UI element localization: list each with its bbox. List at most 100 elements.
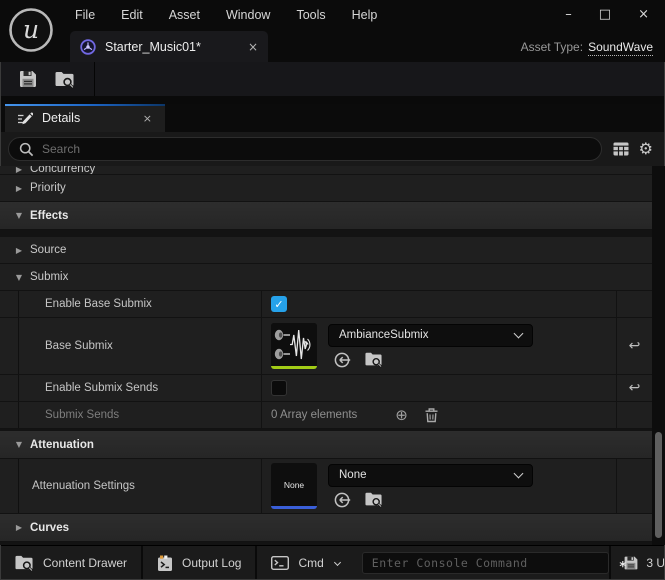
soundwave-asset-icon — [80, 39, 96, 55]
menu-edit[interactable]: Edit — [108, 0, 156, 30]
checkmark-icon: ✓ — [274, 299, 283, 310]
reset-to-default-icon[interactable]: ↩ — [629, 380, 641, 396]
enable-base-submix-label: Enable Base Submix — [0, 291, 262, 317]
browse-to-asset-button[interactable] — [46, 65, 82, 93]
expander-expanded-icon[interactable]: ▼ — [10, 273, 28, 282]
output-log-icon — [157, 555, 173, 572]
expander-collapsed-icon[interactable]: ▶ — [10, 184, 28, 193]
browse-folder-search-icon — [54, 70, 75, 89]
enable-base-submix-checkbox[interactable]: ✓ — [271, 296, 287, 312]
effects-label: Effects — [30, 210, 68, 222]
menu-file[interactable]: File — [62, 0, 108, 30]
category-effects[interactable]: ▼ Effects — [0, 202, 652, 230]
property-row-submix-sends: Submix Sends 0 Array elements ⊕ — [0, 402, 652, 429]
details-tab-label: Details — [42, 111, 80, 125]
unsaved-changes-icon[interactable]: * — [623, 555, 639, 571]
chevron-down-icon — [514, 468, 524, 478]
expander-expanded-icon[interactable]: ▼ — [10, 440, 28, 449]
menu-help[interactable]: Help — [339, 0, 391, 30]
maximize-button[interactable]: □ — [599, 8, 611, 22]
property-row-enable-base-submix: Enable Base Submix ✓ — [0, 291, 652, 318]
base-submix-dropdown[interactable]: AmbianceSubmix — [328, 324, 533, 347]
attenuation-type-color-bar — [271, 506, 317, 509]
search-input[interactable] — [42, 142, 591, 156]
attenuation-label: Attenuation — [30, 439, 94, 451]
unreal-editor-window: File Edit Asset Window Tools Help – □ × … — [0, 0, 665, 580]
enable-submix-sends-label: Enable Submix Sends — [0, 375, 262, 401]
category-source[interactable]: ▶ Source — [0, 237, 652, 264]
submix-sends-label: Submix Sends — [0, 402, 262, 428]
attenuation-settings-dropdown-value: None — [339, 469, 367, 481]
menu-window[interactable]: Window — [213, 0, 283, 30]
asset-tab-close-icon[interactable]: × — [248, 40, 258, 54]
unreal-engine-logo-icon[interactable] — [8, 7, 54, 53]
enable-submix-sends-checkbox[interactable] — [271, 380, 287, 396]
details-property-list: ▶ Concurrency ▶ Priority ▼ Effects ▶ Sou… — [0, 166, 665, 545]
attenuation-settings-label: Attenuation Settings — [0, 459, 262, 513]
category-priority[interactable]: ▶ Priority — [0, 175, 652, 202]
asset-editor-toolbar — [0, 62, 665, 96]
unsaved-count: 3 U — [646, 556, 665, 570]
submix-sends-array-count: 0 Array elements — [271, 409, 357, 421]
close-button[interactable]: × — [638, 8, 649, 22]
asset-tab-starter-music01[interactable]: Starter_Music01* × — [70, 31, 268, 62]
console-command-input[interactable] — [362, 552, 610, 574]
unsaved-star-icon: * — [619, 560, 626, 575]
curves-label: Curves — [30, 522, 69, 534]
property-row-base-submix: Base Submix AmbianceSubmix — [0, 318, 652, 375]
asset-type-label: Asset Type: — [521, 40, 583, 54]
browse-to-asset-icon[interactable] — [364, 491, 383, 508]
titlebar: File Edit Asset Window Tools Help – □ × … — [0, 0, 665, 62]
cmd-terminal-icon — [271, 556, 289, 570]
base-submix-thumbnail[interactable] — [271, 323, 317, 369]
reset-column: ↩ — [616, 318, 652, 374]
cmd-dropdown-button[interactable]: Cmd — [257, 546, 353, 580]
attenuation-settings-thumbnail[interactable]: None — [271, 463, 317, 509]
asset-type: Asset Type: SoundWave — [521, 40, 665, 62]
use-selected-asset-icon[interactable] — [333, 491, 351, 509]
reset-to-default-icon[interactable]: ↩ — [629, 338, 641, 354]
scrollbar-track[interactable] — [652, 166, 665, 545]
toolbar-divider — [94, 62, 95, 96]
details-tab[interactable]: Details × — [5, 104, 165, 132]
asset-type-value-link[interactable]: SoundWave — [588, 40, 653, 56]
menu-asset[interactable]: Asset — [156, 0, 213, 30]
output-log-button[interactable]: Output Log — [143, 546, 255, 580]
category-attenuation[interactable]: ▼ Attenuation — [0, 431, 652, 459]
expander-expanded-icon[interactable]: ▼ — [10, 211, 28, 220]
details-tab-close-icon[interactable]: × — [143, 112, 165, 125]
expander-collapsed-icon: ▶ — [10, 166, 28, 174]
category-concurrency[interactable]: ▶ Concurrency — [0, 166, 652, 175]
statusbar: Content Drawer Output Log Cmd * 3 U — [0, 545, 665, 580]
base-submix-label: Base Submix — [0, 318, 262, 374]
category-submix[interactable]: ▼ Submix — [0, 264, 652, 291]
expander-collapsed-icon[interactable]: ▶ — [10, 523, 28, 532]
settings-gear-icon[interactable]: ⚙ — [639, 141, 653, 157]
empty-array-trash-icon[interactable] — [425, 408, 438, 423]
search-box[interactable] — [8, 137, 602, 161]
base-submix-dropdown-value: AmbianceSubmix — [339, 329, 428, 341]
display-manager-icon[interactable] — [613, 142, 629, 156]
minimize-button[interactable]: – — [565, 8, 572, 22]
save-floppy-icon — [18, 69, 38, 89]
browse-to-asset-icon[interactable] — [364, 351, 383, 368]
use-selected-asset-icon[interactable] — [333, 351, 351, 369]
statusbar-right: * 3 U — [609, 546, 665, 580]
reset-column: ↩ — [616, 375, 652, 401]
search-icon — [19, 142, 34, 157]
thumbnail-none-label: None — [271, 463, 317, 506]
save-button[interactable] — [10, 65, 46, 93]
expander-collapsed-icon[interactable]: ▶ — [10, 246, 28, 255]
reset-column — [616, 291, 652, 317]
details-pencil-icon — [17, 111, 33, 126]
menubar: File Edit Asset Window Tools Help – □ × — [62, 0, 665, 30]
scrollbar-thumb[interactable] — [655, 432, 662, 538]
add-array-element-icon[interactable]: ⊕ — [395, 408, 408, 423]
dock-tab-row: Details × — [0, 104, 665, 132]
category-curves[interactable]: ▶ Curves — [0, 514, 652, 542]
submix-waveform-icon — [271, 323, 317, 366]
attenuation-settings-dropdown[interactable]: None — [328, 464, 533, 487]
priority-label: Priority — [30, 182, 66, 194]
menu-tools[interactable]: Tools — [283, 0, 338, 30]
content-drawer-button[interactable]: Content Drawer — [0, 546, 141, 580]
